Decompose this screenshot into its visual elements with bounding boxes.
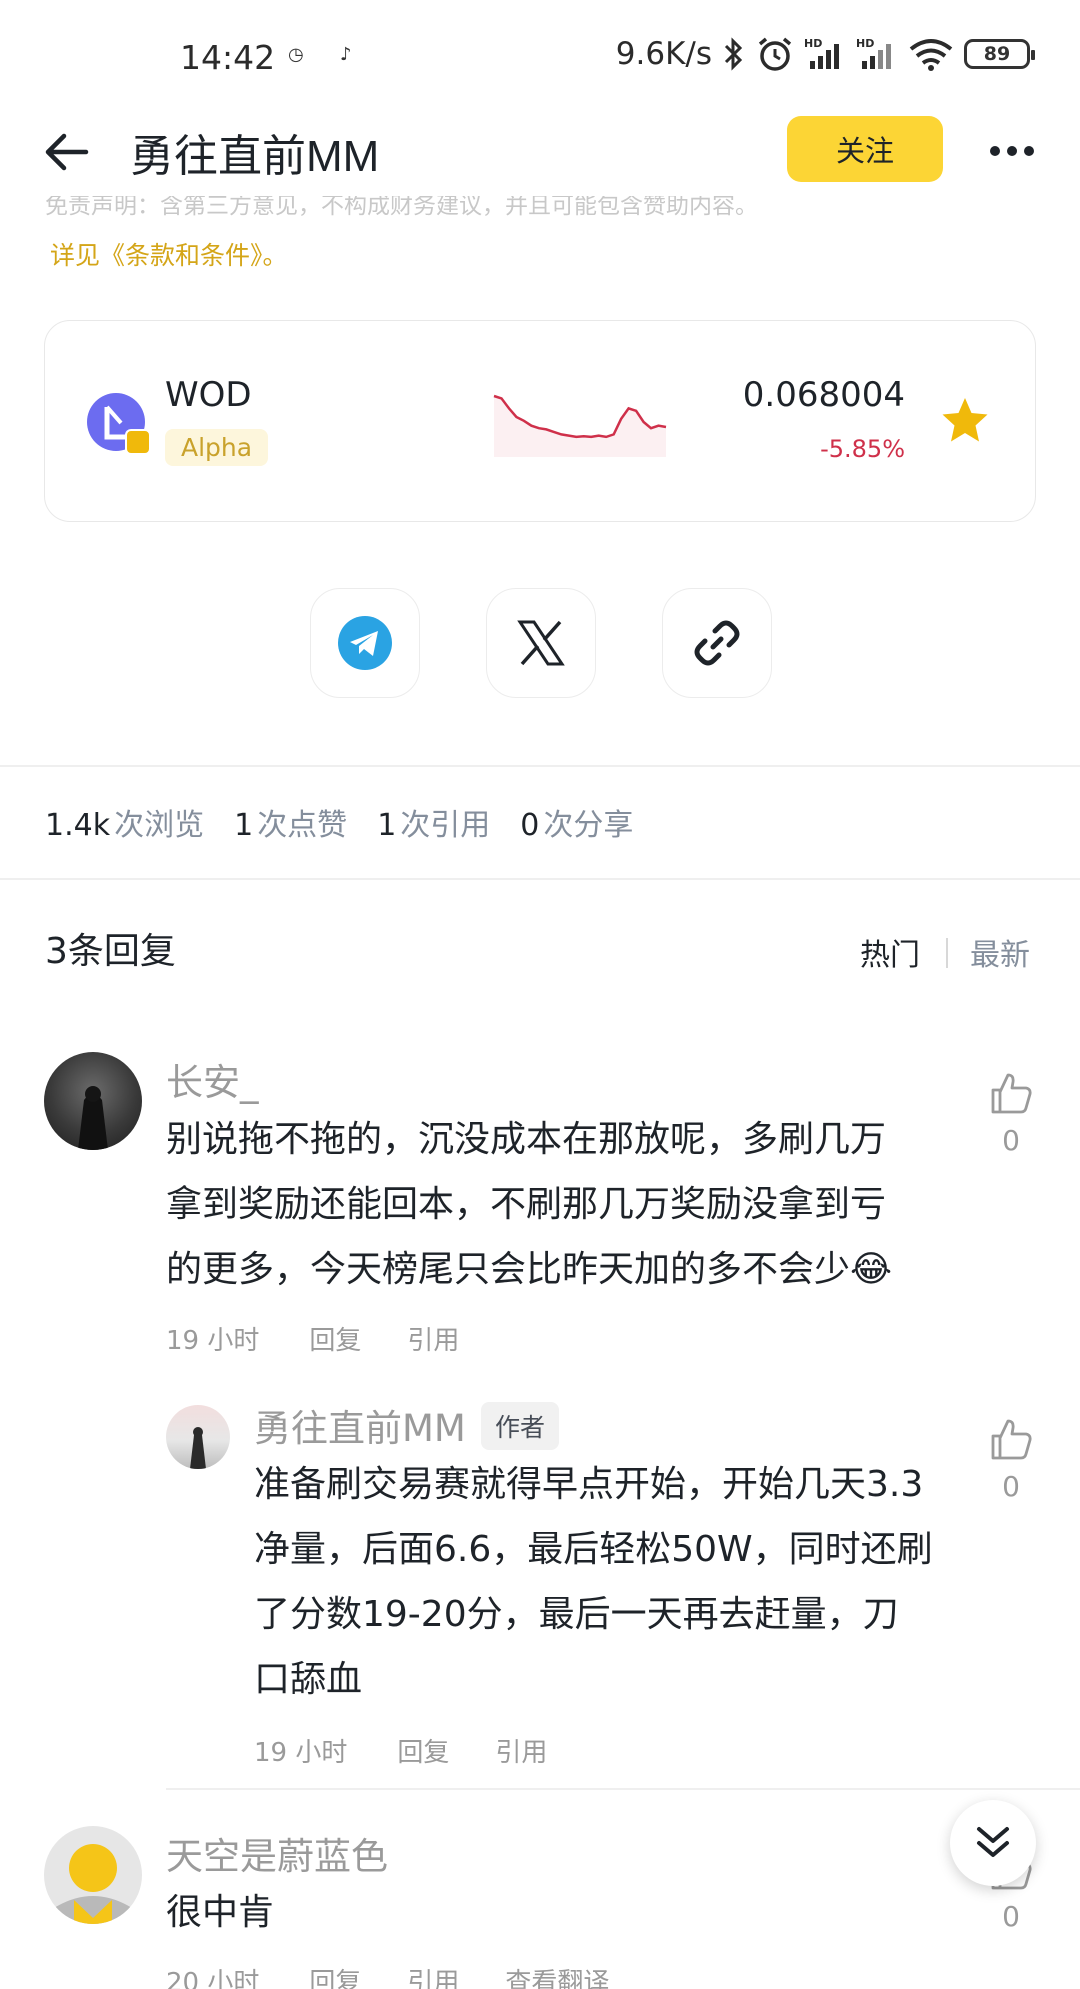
- token-change: -5.85%: [820, 435, 905, 463]
- clock-status-icon: ◷: [288, 44, 304, 65]
- like-count: 0: [1002, 1124, 1020, 1157]
- sort-latest-tab[interactable]: 最新: [970, 930, 1030, 974]
- comment-meta: 20 小时 回复 引用 查看翻译: [166, 1962, 609, 1989]
- comment-body: 很中肯: [166, 1880, 274, 1945]
- status-bar: 14:42 ◷ ♪ 9.6K/s HD HD 89: [0, 0, 1080, 118]
- quote-button[interactable]: 引用: [495, 1732, 547, 1769]
- status-right-group: 9.6K/s HD HD 89: [615, 36, 1035, 72]
- stat-quotes: 1 次引用: [377, 808, 491, 843]
- comment-time: 20 小时: [166, 1968, 260, 1989]
- comment-body: 别说拖不拖的，沉没成本在那放呢，多刷几万 拿到奖励还能回本，不刷那几万奖励没拿到…: [166, 1107, 892, 1302]
- comment-line: 别说拖不拖的，沉没成本在那放呢，多刷几万: [166, 1119, 887, 1160]
- quote-button[interactable]: 引用: [407, 1320, 459, 1357]
- alpha-badge-icon: [125, 429, 151, 455]
- x-icon: [517, 620, 565, 666]
- comment-meta: 19 小时 回复 引用: [166, 1320, 459, 1357]
- disclaimer-text: 免责声明：含第三方意见，不构成财务建议，并且可能包含赞助内容。: [45, 196, 758, 219]
- like-count: 0: [1002, 1470, 1020, 1503]
- back-button[interactable]: [40, 124, 96, 180]
- comment-line: 拿到奖励还能回本，不刷那几万奖励没拿到亏: [166, 1184, 887, 1225]
- comment-author[interactable]: 勇往直前MM: [254, 1398, 466, 1452]
- net-speed: 9.6K/s: [615, 36, 712, 72]
- comment-body: 准备刷交易赛就得早点开始，开始几天3.3 净量，后面6.6，最后轻松50W，同时…: [254, 1452, 933, 1712]
- token-price: 0.068004: [742, 375, 905, 415]
- comment-line: 的更多，今天榜尾只会比昨天加的多不会少😂: [166, 1249, 893, 1290]
- share-telegram-button[interactable]: [310, 588, 420, 698]
- stat-likes: 1 次点赞: [234, 808, 348, 843]
- token-symbol: WOD: [165, 375, 252, 415]
- avatar[interactable]: [166, 1405, 230, 1469]
- signal-icon-2: HD: [856, 37, 891, 69]
- battery-icon: 89: [964, 39, 1035, 69]
- scroll-down-button[interactable]: [950, 1800, 1036, 1886]
- thumbs-up-icon[interactable]: [988, 1416, 1034, 1462]
- author-tag: 作者: [481, 1402, 560, 1450]
- avatar[interactable]: [44, 1052, 142, 1150]
- section-divider: [0, 765, 1080, 767]
- link-icon: [694, 620, 740, 666]
- sort-hot-tab[interactable]: 热门: [860, 930, 920, 974]
- signal-icon: HD: [804, 37, 839, 69]
- sparkline-area: [494, 396, 666, 457]
- comment-line: 准备刷交易赛就得早点开始，开始几天3.3: [254, 1464, 924, 1505]
- comment-time: 19 小时: [254, 1738, 348, 1768]
- comment-line: 口舔血: [254, 1659, 363, 1700]
- wifi-icon: [909, 39, 953, 71]
- comment-line: 净量，后面6.6，最后轻松50W，同时还刷: [254, 1529, 933, 1570]
- alpha-tag: Alpha: [165, 429, 269, 466]
- comment-line: 很中肯: [166, 1892, 275, 1933]
- telegram-icon: [338, 616, 392, 670]
- quote-button[interactable]: 引用: [407, 1962, 459, 1989]
- svg-text:HD: HD: [856, 37, 874, 50]
- top-nav-bar: 勇往直前MM 关注: [0, 104, 1080, 200]
- share-row: [310, 588, 772, 698]
- alarm-icon: [758, 37, 792, 71]
- stat-shares: 0 次分享: [520, 808, 634, 843]
- star-icon[interactable]: [939, 395, 991, 447]
- thumbs-up-icon[interactable]: [988, 1070, 1034, 1116]
- copy-link-button[interactable]: [662, 588, 772, 698]
- sort-separator: [946, 938, 948, 968]
- terms-link[interactable]: 详见《条款和条件》。: [50, 236, 288, 272]
- comment-line: 了分数19-20分，最后一天再去赶量，刀: [254, 1594, 899, 1635]
- token-logo-icon: [87, 393, 151, 455]
- price-sparkline: [493, 394, 667, 457]
- double-chevron-down-icon: [977, 1827, 1009, 1857]
- share-x-button[interactable]: [486, 588, 596, 698]
- music-status-icon: ♪: [340, 44, 352, 65]
- translate-button[interactable]: 查看翻译: [505, 1962, 609, 1989]
- more-dot-icon: [990, 146, 1000, 156]
- post-stats: 1.4k 次浏览 1 次点赞 1 次引用 0 次分享: [45, 800, 633, 844]
- comment-meta: 19 小时 回复 引用: [254, 1732, 547, 1769]
- reply-button[interactable]: 回复: [397, 1732, 449, 1769]
- reply-button[interactable]: 回复: [309, 1962, 361, 1989]
- bluetooth-icon: [724, 37, 743, 71]
- reply-button[interactable]: 回复: [309, 1320, 361, 1357]
- comment-author[interactable]: 长安_: [166, 1052, 259, 1106]
- stat-views: 1.4k 次浏览: [45, 808, 205, 843]
- section-divider: [0, 878, 1080, 880]
- more-options-button[interactable]: [984, 126, 1040, 176]
- replies-count: 3条回复: [45, 931, 176, 972]
- comment-author[interactable]: 天空是蔚蓝色: [166, 1826, 388, 1880]
- status-time: 14:42: [180, 38, 276, 77]
- like-count: 0: [1002, 1900, 1020, 1933]
- more-dot-icon: [1007, 146, 1017, 156]
- token-card[interactable]: WOD Alpha 0.068004 -5.85%: [44, 320, 1036, 522]
- comment-time: 19 小时: [166, 1326, 260, 1356]
- svg-text:HD: HD: [804, 37, 822, 50]
- arrow-left-icon: [45, 133, 89, 171]
- page-title: 勇往直前MM: [130, 132, 380, 181]
- avatar[interactable]: [44, 1826, 142, 1924]
- comment-divider: [166, 1788, 1080, 1790]
- more-dot-icon: [1024, 146, 1034, 156]
- follow-button[interactable]: 关注: [787, 116, 943, 182]
